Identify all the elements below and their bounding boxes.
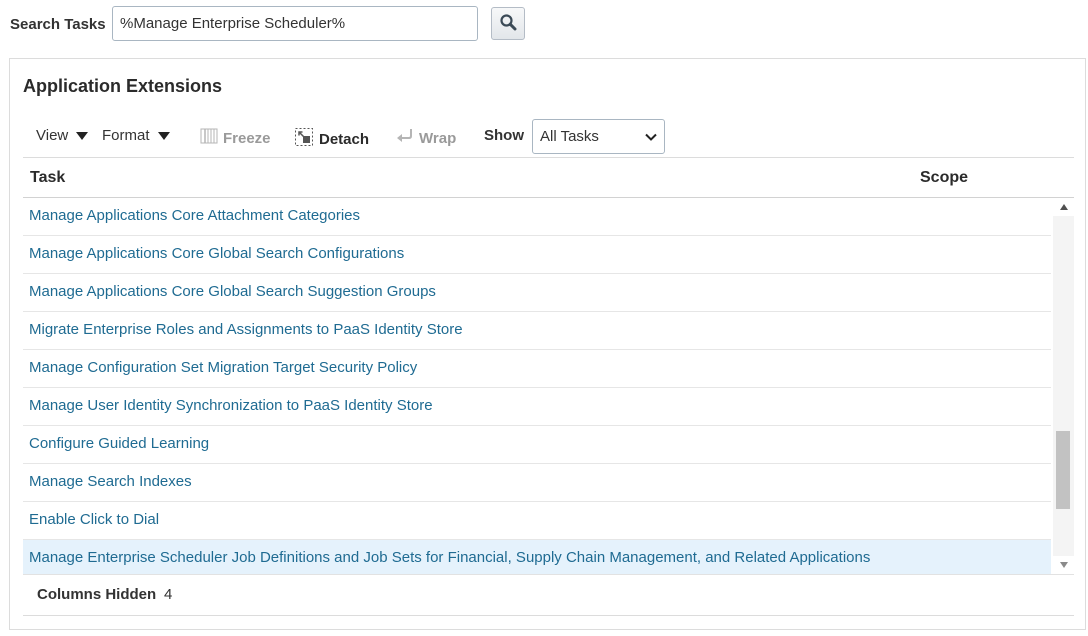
wrap-icon <box>396 127 414 149</box>
task-link[interactable]: Manage User Identity Synchronization to … <box>29 397 433 414</box>
view-menu[interactable]: View <box>36 127 89 144</box>
detach-icon <box>294 127 314 151</box>
task-link[interactable]: Manage Enterprise Scheduler Job Definiti… <box>29 549 870 566</box>
table-row[interactable]: Manage User Identity Synchronization to … <box>23 388 1051 426</box>
tasks-table: Task Scope Manage Applications Core Atta… <box>23 157 1074 616</box>
detach-label: Detach <box>319 130 370 148</box>
search-tasks-label: Search Tasks <box>10 16 106 33</box>
arrow-down-icon <box>1059 562 1068 568</box>
vertical-scrollbar[interactable] <box>1053 198 1074 574</box>
caret-down-icon <box>76 131 89 140</box>
freeze-button[interactable]: Freeze <box>200 127 271 149</box>
search-tasks-input[interactable] <box>112 6 478 41</box>
table-row[interactable]: Manage Applications Core Global Search S… <box>23 274 1051 312</box>
table-body: Manage Applications Core Attachment Cate… <box>23 198 1051 574</box>
table-row[interactable]: Migrate Enterprise Roles and Assignments… <box>23 312 1051 350</box>
task-link[interactable]: Enable Click to Dial <box>29 511 159 528</box>
caret-down-icon <box>157 131 170 140</box>
panel-title: Application Extensions <box>23 76 223 96</box>
column-header-task[interactable]: Task <box>30 169 65 187</box>
show-select-value: All Tasks <box>540 128 599 145</box>
application-extensions-panel: Application Extensions View Format Freez… <box>9 58 1086 630</box>
task-link[interactable]: Configure Guided Learning <box>29 435 209 452</box>
format-menu-label: Format <box>102 127 150 144</box>
scroll-down-arrow[interactable] <box>1053 557 1074 573</box>
table-header: Task Scope <box>23 157 1074 198</box>
task-link[interactable]: Manage Applications Core Global Search S… <box>29 283 436 300</box>
columns-hidden-label: Columns Hidden <box>37 586 157 603</box>
table-row[interactable]: Manage Search Indexes <box>23 464 1051 502</box>
table-row[interactable]: Manage Applications Core Global Search C… <box>23 236 1051 274</box>
table-row[interactable]: Enable Click to Dial <box>23 502 1051 540</box>
scrollbar-thumb[interactable] <box>1056 431 1070 509</box>
task-link[interactable]: Manage Applications Core Global Search C… <box>29 245 404 262</box>
table-row[interactable]: Manage Enterprise Scheduler Job Definiti… <box>23 540 1051 574</box>
wrap-button[interactable]: Wrap <box>396 127 456 149</box>
wrap-label: Wrap <box>419 129 457 147</box>
freeze-icon <box>200 127 218 149</box>
table-toolbar: View Format Freeze Detach Wrap Show All … <box>10 119 1085 157</box>
search-button[interactable] <box>491 7 525 40</box>
table-footer: Columns Hidden 4 <box>23 574 1074 616</box>
show-label: Show <box>484 127 524 144</box>
show-select[interactable]: All Tasks <box>532 119 665 154</box>
format-menu[interactable]: Format <box>102 127 170 144</box>
table-row[interactable]: Manage Applications Core Attachment Cate… <box>23 198 1051 236</box>
detach-button[interactable]: Detach <box>294 127 369 151</box>
column-header-scope[interactable]: Scope <box>920 169 968 187</box>
task-link[interactable]: Manage Configuration Set Migration Targe… <box>29 359 417 376</box>
search-icon <box>499 13 517 34</box>
task-link[interactable]: Manage Search Indexes <box>29 473 192 490</box>
freeze-label: Freeze <box>223 129 271 147</box>
columns-hidden-count[interactable]: 4 <box>164 586 172 603</box>
table-row[interactable]: Manage Configuration Set Migration Targe… <box>23 350 1051 388</box>
task-link[interactable]: Migrate Enterprise Roles and Assignments… <box>29 321 463 338</box>
view-menu-label: View <box>36 127 69 144</box>
table-row[interactable]: Configure Guided Learning <box>23 426 1051 464</box>
scroll-up-arrow[interactable] <box>1053 199 1074 215</box>
task-link[interactable]: Manage Applications Core Attachment Cate… <box>29 207 360 224</box>
chevron-down-icon <box>644 130 658 148</box>
arrow-up-icon <box>1059 204 1068 210</box>
scrollbar-track[interactable] <box>1053 216 1074 556</box>
search-bar: Search Tasks <box>0 0 1088 48</box>
